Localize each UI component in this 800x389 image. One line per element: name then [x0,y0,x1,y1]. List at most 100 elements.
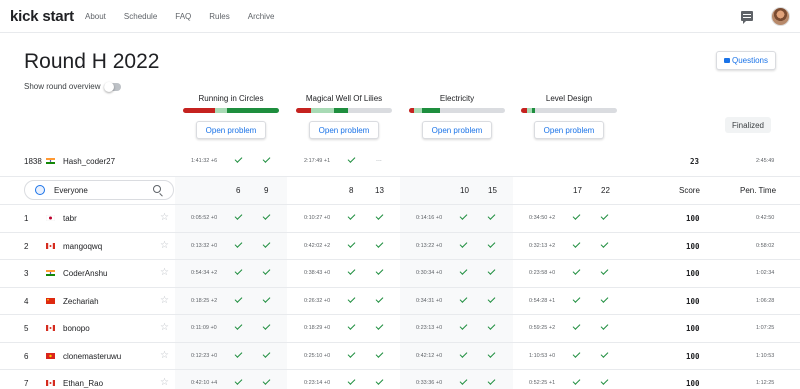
row-name[interactable]: Ethan_Rao [63,379,103,388]
row-penalty: 1:07:25 [756,325,775,331]
self-name[interactable]: Hash_coder27 [63,157,115,166]
questions-icon [723,58,730,63]
problem-progress-bar [296,108,392,113]
nav-faq[interactable]: FAQ [175,12,191,21]
flag-india-icon [46,158,55,164]
row-time: 0:18:29 +0 [304,325,331,331]
top-bar: kick start About Schedule FAQ Rules Arch… [0,0,800,33]
open-problem-button[interactable]: Open problem [196,121,266,139]
problem-progress-bar [183,108,279,113]
check-icon [375,239,384,248]
divider [0,286,800,288]
check-icon [572,267,581,275]
row-name[interactable]: CoderAnshu [63,269,107,278]
row-rank: 7 [24,379,29,388]
row-time: 0:34:50 +2 [529,215,556,221]
points-header: 6 [236,186,241,195]
problem-2: Magical Well Of Lilies Open problem [296,94,392,139]
check-icon [572,377,581,385]
row-rank: 3 [24,269,29,278]
star-icon[interactable]: ☆ [160,378,169,388]
star-icon[interactable]: ☆ [160,240,169,251]
self-score: 23 [690,157,700,166]
divider [0,369,800,370]
points-header: 8 [349,186,354,195]
partial-segment [413,108,423,113]
avatar[interactable] [771,7,790,26]
nav-rules[interactable]: Rules [209,12,229,21]
row-name[interactable]: clonemasteruwu [63,352,121,361]
star-icon[interactable]: ☆ [160,350,169,361]
row-time: 0:23:58 +0 [529,270,556,276]
divider [0,341,800,343]
row-penalty: 0:42:50 [756,215,775,221]
row-time: 0:32:13 +2 [529,242,556,249]
star-icon[interactable]: ☆ [160,295,169,306]
row-time: 0:12:23 +0 [191,352,218,359]
row-name[interactable]: Zechariah [63,297,99,306]
scope-search[interactable]: Everyone [24,180,174,200]
row-time: 0:59:25 +2 [529,325,556,331]
open-problem-button[interactable]: Open problem [534,121,604,139]
flag-vietnam-icon [46,352,55,359]
problem-3: Electricity Open problem [409,94,505,139]
row-time: 0:42:02 +2 [304,242,331,249]
row-score: 100 [686,296,700,306]
row-time: 0:23:13 +0 [416,325,443,331]
partial-segment [311,108,335,113]
red-segment [296,108,312,113]
row-penalty: 1:06:28 [756,297,775,304]
check-icon [572,239,581,248]
row-time: 0:26:32 +0 [304,297,331,304]
check-icon [600,294,609,303]
search-icon[interactable] [153,185,161,193]
row-time: 0:25:10 +0 [304,352,331,359]
star-icon[interactable]: ☆ [160,213,169,223]
row-time: 0:52:25 +1 [529,380,556,386]
check-icon [347,212,356,220]
score-header: Score [679,186,700,195]
row-name[interactable]: bonopo [63,324,90,333]
finalized-badge: Finalized [725,117,771,133]
problem-1: Running in Circles Open problem [183,94,279,139]
row-time: 0:23:14 +0 [304,380,331,386]
row-penalty: 1:12:25 [756,380,775,386]
row-time: 0:34:31 +0 [416,297,443,304]
check-icon [600,349,609,358]
questions-button[interactable]: Questions [716,51,776,70]
check-icon [347,155,356,163]
row-score: 100 [686,324,700,333]
row-rank: 5 [24,324,29,333]
problem-name: Level Design [545,94,593,103]
partial-segment [214,108,228,113]
check-icon [375,349,384,358]
brand-logo[interactable]: kick start [10,8,74,25]
row-name[interactable]: tabr [63,214,77,223]
nav-about[interactable]: About [85,12,106,21]
check-icon [347,267,356,275]
scope-label: Everyone [54,186,88,195]
solved-segment [422,108,440,113]
row-score: 100 [686,214,700,223]
nav-archive[interactable]: Archive [248,12,275,21]
feedback-icon[interactable] [741,11,753,24]
row-time: 1:10:53 +0 [529,352,556,359]
open-problem-button[interactable]: Open problem [422,121,492,139]
row-penalty: 1:10:53 [756,352,775,359]
check-icon [375,294,384,303]
nav-schedule[interactable]: Schedule [124,12,157,21]
problem-4: Level Design Open problem [521,94,617,139]
row-name[interactable]: mangoqwq [63,242,102,251]
points-header: 13 [375,186,384,195]
open-problem-button[interactable]: Open problem [309,121,379,139]
overview-toggle[interactable] [104,81,122,92]
star-icon[interactable]: ☆ [160,323,169,333]
self-rank: 1838 [24,157,42,166]
problem-progress-bar [409,108,505,113]
problem-progress-bar [521,108,617,113]
divider [0,231,800,233]
star-icon[interactable]: ☆ [160,268,169,278]
divider [0,204,800,205]
row-rank: 4 [24,296,29,306]
row-time: 0:30:34 +0 [416,270,443,276]
